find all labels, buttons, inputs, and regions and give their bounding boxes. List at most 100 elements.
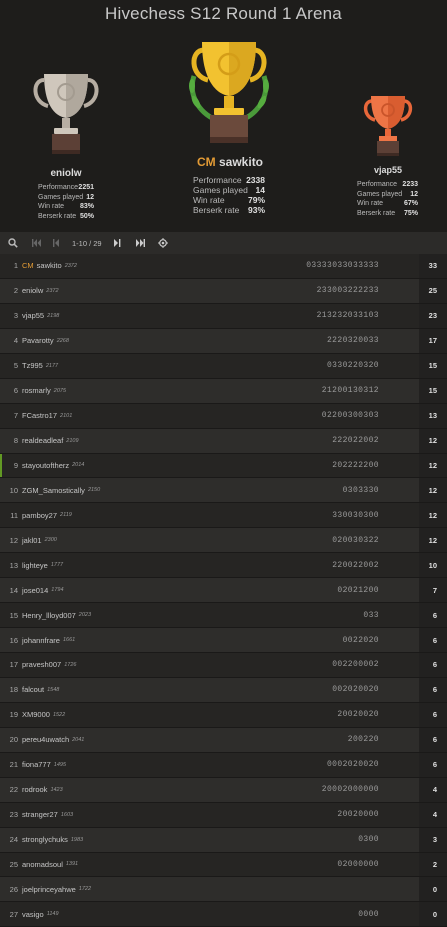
standings-row[interactable]: 6 rosmarly 2075 21200130312 15 — [0, 378, 447, 404]
score-sheet: 02000000 — [337, 859, 379, 869]
standings-row[interactable]: 18 falcout 1548 002020020 6 — [0, 677, 447, 703]
standings-row[interactable]: 22 rodrook 1423 20002000000 4 — [0, 777, 447, 803]
total-score: 15 — [419, 378, 447, 403]
player-rating: 1495 — [53, 761, 67, 768]
standings-row[interactable]: 17 pravesh007 1726 002200002 6 — [0, 653, 447, 678]
first-place-name[interactable]: CM sawkito — [178, 155, 282, 169]
player-rating: 1548 — [47, 686, 60, 693]
score-sheet: 0330220320 — [326, 361, 379, 371]
standings-row[interactable]: 20 pereu4uwatch 2041 200220 6 — [0, 727, 447, 753]
standings-row[interactable]: 4 Pavarotty 2268 2220320033 17 — [0, 328, 447, 354]
player-name[interactable]: pamboy27 — [22, 511, 57, 520]
player-name[interactable]: pereu4uwatch — [22, 735, 69, 744]
rank-number: 22 — [9, 785, 18, 795]
rank-number: 5 — [13, 361, 18, 371]
standings-row[interactable]: 3 vjap55 2198 213232033103 23 — [0, 303, 447, 329]
first-place-stats: Performance 2338 Games played 14 Win rate 7… — [193, 175, 265, 215]
score-sheet: 002200002 — [332, 660, 379, 670]
third-place-name[interactable]: vjap55 — [346, 165, 430, 175]
standings-row[interactable]: 10 ZGM_Samostically 2150 0303330 12 — [0, 478, 447, 504]
player-name[interactable]: realdeadleaf — [22, 436, 63, 445]
standings-row[interactable]: 5 Tz995 2177 0330220320 15 — [0, 353, 447, 379]
total-score: 6 — [419, 677, 447, 702]
player-name[interactable]: eniolw — [22, 286, 43, 295]
total-score: 33 — [419, 254, 447, 278]
player-rating: 2119 — [60, 512, 72, 519]
total-score: 6 — [419, 702, 447, 727]
rank-number: 26 — [9, 884, 18, 894]
player-name[interactable]: jakl01 — [22, 536, 42, 545]
standings-row[interactable]: 7 FCastro17 2101 02200300303 13 — [0, 403, 447, 429]
standings-row[interactable]: 19 XM9000 1522 20020020 6 — [0, 702, 447, 728]
standings-row[interactable]: 21 fiona777 1495 0002020020 6 — [0, 752, 447, 778]
standings-row[interactable]: 25 anomadsoul 1391 02000000 2 — [0, 852, 447, 878]
bronze-trophy-icon — [363, 96, 413, 156]
locate-me-icon[interactable] — [153, 232, 173, 254]
rank-number: 6 — [13, 386, 18, 396]
next-page-icon[interactable] — [107, 232, 127, 254]
standings-row[interactable]: 16 johannfrare 1661 0022020 6 — [0, 628, 447, 653]
podium: eniolw Performance 2251 Games played 12 Wi… — [0, 0, 447, 232]
player-rating: 1391 — [65, 861, 79, 868]
standings-list: 1 CM sawkito 2372 03333033033333 33 2 eniolw 237… — [0, 254, 447, 927]
player-name[interactable]: stranger27 — [22, 810, 58, 819]
standings-row[interactable]: 14 jose014 1794 02021200 7 — [0, 578, 447, 604]
player-name[interactable]: falcout — [22, 685, 44, 694]
player-name[interactable]: stayoutoftherz — [22, 461, 69, 470]
rank-number: 21 — [9, 760, 18, 770]
standings-row[interactable]: 2 eniolw 2372 233003222233 25 — [0, 278, 447, 304]
player-name[interactable]: sawkito — [37, 261, 62, 270]
total-score: 6 — [419, 653, 447, 677]
score-sheet: 0300 — [358, 835, 379, 845]
player-name[interactable]: Henry_llloyd007 — [22, 611, 76, 620]
player-name[interactable]: XM9000 — [22, 710, 50, 719]
player-name[interactable]: pravesh007 — [22, 660, 61, 669]
player-name[interactable]: vasigo — [22, 910, 44, 919]
player-name[interactable]: rodrook — [22, 785, 47, 794]
player-name[interactable]: anomadsoul — [22, 860, 63, 869]
player-rating: 1149 — [46, 911, 59, 918]
prev-page-icon[interactable] — [47, 232, 67, 254]
player-name[interactable]: Pavarotty — [22, 336, 54, 345]
player-rating: 2101 — [60, 412, 73, 419]
standings-row[interactable]: 12 jakl01 2300 020030322 12 — [0, 528, 447, 554]
player-name[interactable]: joelprinceyahwe — [22, 885, 76, 894]
total-score: 0 — [419, 902, 447, 927]
player-rating: 2023 — [78, 612, 92, 619]
standings-row[interactable]: 8 realdeadleaf 2109 222022002 12 — [0, 428, 447, 454]
player-name[interactable]: ZGM_Samostically — [22, 486, 85, 495]
total-score: 0 — [419, 877, 447, 902]
rank-number: 14 — [9, 585, 18, 595]
second-place-name[interactable]: eniolw — [26, 168, 106, 179]
player-name[interactable]: Tz995 — [22, 361, 43, 370]
standings-row[interactable]: 13 lighteye 1777 220022002 10 — [0, 553, 447, 579]
player-rating: 2075 — [53, 387, 67, 394]
player-rating: 2150 — [87, 487, 101, 494]
standings-row[interactable]: 11 pamboy27 2119 330030300 12 — [0, 503, 447, 529]
player-name[interactable]: stronglychuks — [22, 835, 68, 844]
player-name[interactable]: fiona777 — [22, 760, 51, 769]
player-name[interactable]: johannfrare — [22, 636, 60, 645]
player-name[interactable]: lighteye — [22, 561, 48, 570]
total-score: 6 — [419, 727, 447, 752]
standings-row[interactable]: 24 stronglychuks 1983 0300 3 — [0, 827, 447, 853]
first-page-icon[interactable] — [27, 232, 47, 254]
standings-row[interactable]: 26 joelprinceyahwe 1722 0 — [0, 877, 447, 903]
standings-row[interactable]: 23 stranger27 1603 20020000 4 — [0, 802, 447, 828]
player-rating: 2198 — [47, 312, 60, 319]
player-name[interactable]: jose014 — [22, 586, 48, 595]
player-name[interactable]: FCastro17 — [22, 411, 57, 420]
standings-row[interactable]: 1 CM sawkito 2372 03333033033333 33 — [0, 254, 447, 279]
search-icon[interactable] — [3, 232, 23, 254]
rank-number: 7 — [13, 411, 18, 421]
rank-number: 23 — [9, 810, 18, 820]
standings-row[interactable]: 27 vasigo 1149 0000 0 — [0, 902, 447, 927]
player-name[interactable]: vjap55 — [22, 311, 44, 320]
standings-row[interactable]: 9 stayoutoftherz 2014 202222200 12 — [0, 453, 447, 479]
player-name[interactable]: rosmarly — [22, 386, 51, 395]
last-page-icon[interactable] — [130, 232, 150, 254]
rank-number: 12 — [9, 535, 18, 545]
score-sheet: 213232033103 — [316, 311, 379, 321]
player-rating: 2041 — [72, 736, 85, 743]
standings-row[interactable]: 15 Henry_llloyd007 2023 033 6 — [0, 603, 447, 629]
